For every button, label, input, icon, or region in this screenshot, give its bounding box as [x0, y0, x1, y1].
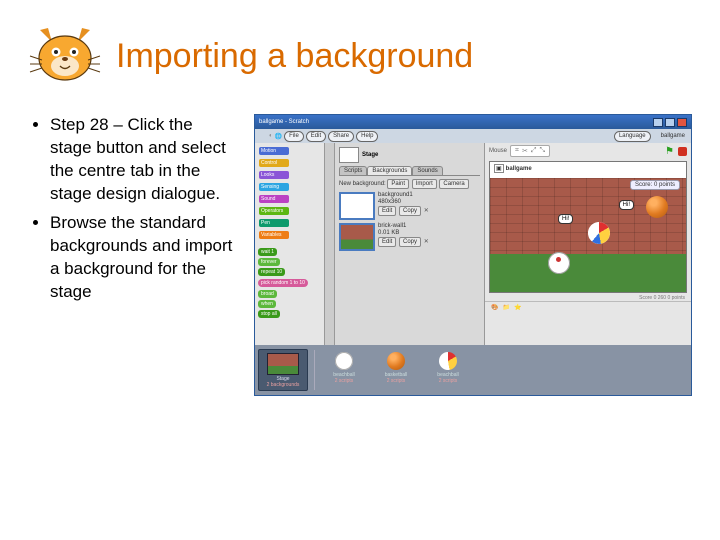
paint-button[interactable]: Paint [387, 179, 409, 189]
paint-tool-icon[interactable]: 🎨 [491, 304, 498, 311]
tab-sounds[interactable]: Sounds [412, 166, 442, 175]
stage-sub: 2 backgrounds [267, 382, 300, 388]
copy-bg-button[interactable]: Copy [399, 206, 421, 216]
import-button[interactable]: Import [412, 179, 437, 189]
stage-tools: ⌗ ✂ ⤢ ⤡ [510, 145, 550, 157]
soccer-sprite[interactable] [548, 252, 570, 274]
bullet-item: Step 28 – Click the stage button and sel… [50, 114, 236, 206]
bullet-item: Browse the standard backgrounds and impo… [50, 212, 236, 304]
block-item[interactable]: stop all [258, 310, 280, 318]
new-background-label: New background: [339, 181, 386, 187]
sprite-strip: Stage 2 backgrounds beachball 2 scripts … [255, 345, 691, 395]
block-palette: Motion Control Looks Sensing Sound Opera… [255, 143, 325, 345]
globe-icon[interactable]: 🌐 [275, 133, 282, 140]
speech-bubble: Hi! [558, 214, 573, 224]
scratch-app-screenshot: ballgame - Scratch ◐ 🌐 File Edit Share H… [254, 114, 692, 396]
block-item[interactable]: repeat 10 [258, 268, 285, 276]
page-title: Importing a background [116, 38, 473, 75]
cat-motion[interactable]: Motion [259, 147, 289, 155]
cat-looks[interactable]: Looks [259, 171, 289, 179]
scratch-logo-icon: ◐ [269, 133, 273, 139]
block-random[interactable]: pick random 1 to 10 [258, 279, 308, 287]
selected-sprite-name: Stage [362, 152, 378, 158]
window-titlebar: ballgame - Scratch [255, 115, 691, 129]
block-item[interactable]: forever [258, 258, 280, 266]
edit-bg-button[interactable]: Edit [378, 237, 396, 247]
bg-size: 480x360 [378, 199, 429, 205]
background-thumb[interactable] [339, 223, 375, 251]
bg-name: background1 [378, 192, 429, 198]
cut-icon[interactable]: ✂ [522, 147, 528, 155]
block-item[interactable]: when [258, 300, 276, 308]
stage-pane: Mouse ⌗ ✂ ⤢ ⤡ ⚑ [485, 143, 691, 345]
menu-edit[interactable]: Edit [306, 131, 326, 142]
delete-bg-icon[interactable]: ✕ [424, 208, 429, 214]
beachball-sprite[interactable] [588, 222, 610, 244]
stage-design-dialog: Stage Scripts Backgrounds Sounds New bac… [335, 143, 485, 345]
surprise-sprite-icon[interactable]: ⭐ [514, 304, 521, 311]
maximize-icon[interactable] [665, 118, 675, 127]
tab-backgrounds[interactable]: Backgrounds [367, 166, 412, 175]
sprite-tile[interactable]: basketball 2 scripts [373, 350, 419, 390]
copy-bg-button[interactable]: Copy [399, 237, 421, 247]
background-thumb[interactable] [339, 192, 375, 220]
stage-thumb-icon [339, 147, 359, 163]
delete-bg-icon[interactable]: ✕ [424, 239, 429, 245]
bullet-list: Step 28 – Click the stage button and sel… [28, 114, 236, 310]
edit-bg-button[interactable]: Edit [378, 206, 396, 216]
score-badge: Score: 0 points [630, 180, 680, 190]
mouse-label: Mouse [489, 148, 507, 154]
cat-sensing[interactable]: Sensing [259, 183, 289, 191]
menu-bar: ◐ 🌐 File Edit Share Help Language ballga… [255, 129, 691, 143]
close-icon[interactable] [677, 118, 687, 127]
cat-sound[interactable]: Sound [259, 195, 289, 203]
camera-button[interactable]: Camera [439, 179, 468, 189]
window-title: ballgame - Scratch [259, 119, 309, 125]
cat-operators[interactable]: Operators [259, 207, 289, 215]
bg-size: 0.01 KB [378, 230, 429, 236]
sprite-tile[interactable]: beachball 2 scripts [321, 350, 367, 390]
block-item[interactable]: broad [258, 290, 277, 298]
menu-language[interactable]: Language [614, 131, 651, 142]
shrink-icon[interactable]: ⤡ [539, 147, 545, 155]
cat-pen[interactable]: Pen [259, 219, 289, 227]
sprite-tile[interactable]: beachball 2 scripts [425, 350, 471, 390]
menu-help[interactable]: Help [356, 131, 378, 142]
cat-variables[interactable]: Variables [259, 231, 289, 239]
minimize-icon[interactable] [653, 118, 663, 127]
stop-icon[interactable] [678, 147, 687, 156]
project-name: ballgame [661, 133, 685, 139]
script-gutter [325, 143, 335, 345]
bg-name: brick-wall1 [378, 223, 429, 229]
canvas-title: ballgame [506, 166, 532, 172]
stage-button[interactable]: Stage 2 backgrounds [258, 349, 308, 391]
menu-file[interactable]: File [284, 131, 304, 142]
basketball-sprite[interactable] [646, 196, 668, 218]
block-item[interactable]: wait 1 [258, 248, 277, 256]
grow-icon[interactable]: ⤢ [531, 147, 537, 155]
stage-canvas: ▣ ballgame Score: 0 points Hi! Hi! [489, 161, 687, 293]
scratch-cat-icon [28, 24, 102, 90]
stamp-icon[interactable]: ⌗ [515, 147, 519, 155]
speech-bubble: Hi! [619, 200, 634, 210]
tab-scripts[interactable]: Scripts [339, 166, 367, 175]
presentation-icon[interactable]: ▣ [494, 164, 504, 173]
menu-share[interactable]: Share [328, 131, 354, 142]
cat-control[interactable]: Control [259, 159, 289, 167]
green-flag-icon[interactable]: ⚑ [665, 146, 674, 157]
new-sprite-icon[interactable]: 📁 [502, 304, 509, 311]
